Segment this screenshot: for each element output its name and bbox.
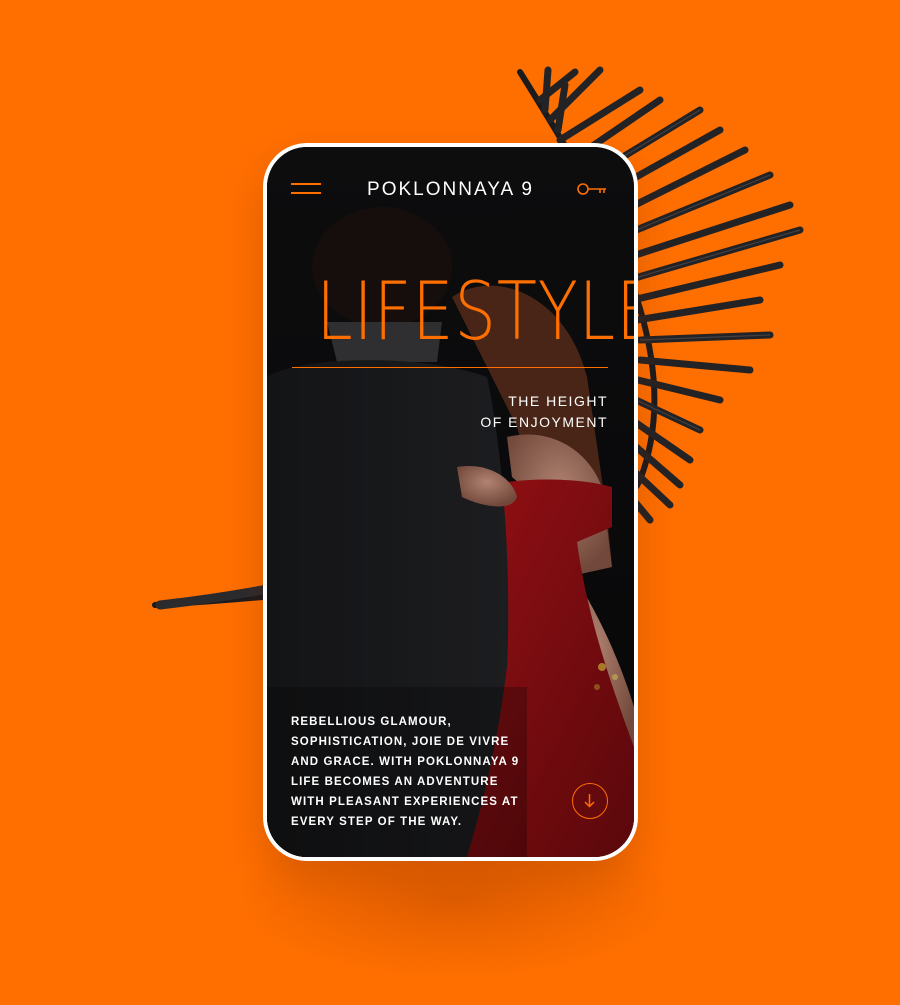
key-icon[interactable] <box>576 181 608 197</box>
scroll-down-button[interactable] <box>572 783 608 819</box>
phone-screen: POKLONNAYA 9 LIFESTYLE THE HEIGHT OF ENJ… <box>267 147 634 857</box>
tagline-line: THE HEIGHT <box>508 393 608 409</box>
description-line: SOPHISTICATION, JOIE DE VIVRE <box>291 736 510 748</box>
description-line: EVERY STEP OF THE WAY. <box>291 816 463 828</box>
description-line: LIFE BECOMES AN ADVENTURE <box>291 776 499 788</box>
description-line: REBELLIOUS GLAMOUR, <box>291 716 452 728</box>
tagline-line: OF ENJOYMENT <box>480 414 608 430</box>
description-line: WITH PLEASANT EXPERIENCES AT <box>291 796 519 808</box>
hero-title: LIFESTYLE <box>316 265 634 358</box>
top-nav: POKLONNAYA 9 <box>267 175 634 205</box>
hero-tagline: THE HEIGHT OF ENJOYMENT <box>480 391 608 433</box>
description-line: AND GRACE. WITH POKLONNAYA 9 <box>291 756 520 768</box>
mockup-stage: POKLONNAYA 9 LIFESTYLE THE HEIGHT OF ENJ… <box>0 0 900 1005</box>
arrow-down-icon <box>584 794 595 808</box>
phone-frame: POKLONNAYA 9 LIFESTYLE THE HEIGHT OF ENJ… <box>263 143 638 861</box>
description-text: REBELLIOUS GLAMOUR, SOPHISTICATION, JOIE… <box>291 712 521 832</box>
hero-divider <box>292 367 608 368</box>
